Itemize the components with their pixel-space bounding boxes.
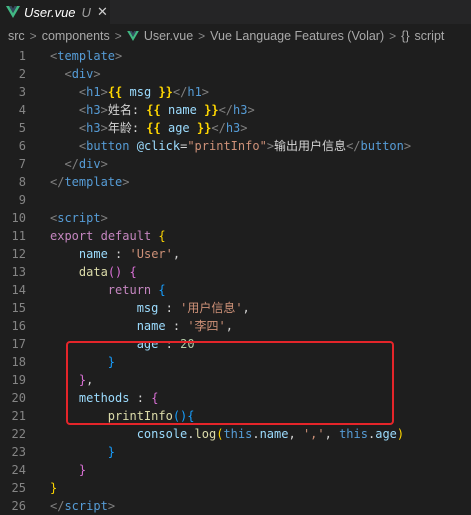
line-number: 25: [11, 481, 26, 495]
code-line: 3 <h1>{{ msg }}</h1>: [0, 83, 471, 101]
code-line: 13 data() {: [0, 263, 471, 281]
line-number: 11: [11, 229, 26, 243]
line-number: 17: [11, 337, 26, 351]
code-line: 6 <button @click="printInfo">输出用户信息</but…: [0, 137, 471, 155]
code-line: 24 }: [0, 461, 471, 479]
code-line: 8 </template>: [0, 173, 471, 191]
breadcrumb: src > components > User.vue > Vue Langua…: [0, 25, 471, 47]
code-line: 9: [0, 191, 471, 209]
line-number: 16: [11, 319, 26, 333]
chevron-right-icon: >: [29, 29, 37, 43]
code-line: 15 msg : '用户信息',: [0, 299, 471, 317]
line-number: 2: [18, 67, 26, 81]
line-number: 22: [11, 427, 26, 441]
line-number: 10: [11, 211, 26, 225]
code-line: 23 }: [0, 443, 471, 461]
tab-filename: User.vue: [24, 4, 76, 20]
code-line: 11 export default {: [0, 227, 471, 245]
vue-icon: [6, 6, 20, 18]
line-number: 20: [11, 391, 26, 405]
code-line: 22 console.log(this.name, ',', this.age): [0, 425, 471, 443]
line-number: 19: [11, 373, 26, 387]
line-number: 15: [11, 301, 26, 315]
line-number: 14: [11, 283, 26, 297]
chevron-right-icon: >: [198, 29, 206, 43]
code-line: 5 <h3>年龄: {{ age }}</h3>: [0, 119, 471, 137]
vue-icon: [126, 31, 139, 41]
line-number: 3: [18, 85, 26, 99]
code-line: 26 </script>: [0, 497, 471, 515]
line-number: 5: [18, 121, 26, 135]
close-icon[interactable]: ✕: [97, 4, 108, 20]
code-line: 17 age : 20: [0, 335, 471, 353]
code-line: 20 methods : {: [0, 389, 471, 407]
breadcrumb-components[interactable]: components: [42, 29, 110, 43]
code-line: 2 <div>: [0, 65, 471, 83]
code-line: 10 <script>: [0, 209, 471, 227]
breadcrumb-script[interactable]: script: [415, 29, 445, 43]
code-line: 16 name : '李四',: [0, 317, 471, 335]
chevron-right-icon: >: [114, 29, 122, 43]
code-editor[interactable]: 1 <template> 2 <div> 3 <h1>{{ msg }}</h1…: [0, 47, 471, 515]
line-number: 24: [11, 463, 26, 477]
line-number: 18: [11, 355, 26, 369]
code-line: 19 },: [0, 371, 471, 389]
code-line: 18 }: [0, 353, 471, 371]
line-number: 8: [18, 175, 26, 189]
line-number: 6: [18, 139, 26, 153]
line-number: 26: [11, 499, 26, 513]
code-line: 14 return {: [0, 281, 471, 299]
code-line: 7 </div>: [0, 155, 471, 173]
breadcrumb-src[interactable]: src: [8, 29, 25, 43]
tab-modified-marker: U: [81, 4, 91, 20]
chevron-right-icon: >: [389, 29, 397, 43]
breadcrumb-file[interactable]: User.vue: [144, 29, 193, 43]
code-line: 21 printInfo(){: [0, 407, 471, 425]
code-line: 12 name : 'User',: [0, 245, 471, 263]
line-number: 23: [11, 445, 26, 459]
line-number: 7: [18, 157, 26, 171]
line-number: 9: [18, 193, 26, 207]
tab-user-vue[interactable]: User.vue U ✕: [0, 0, 110, 24]
line-number: 21: [11, 409, 26, 423]
tab-bar: User.vue U ✕: [0, 0, 471, 25]
line-number: 13: [11, 265, 26, 279]
line-number: 4: [18, 103, 26, 117]
braces-icon: {}: [401, 29, 410, 43]
breadcrumb-language-features[interactable]: Vue Language Features (Volar): [210, 29, 384, 43]
code-line: 1 <template>: [0, 47, 471, 65]
code-line: 4 <h3>姓名: {{ name }}</h3>: [0, 101, 471, 119]
code-line: 25 }: [0, 479, 471, 497]
line-number: 12: [11, 247, 26, 261]
line-number: 1: [18, 49, 26, 63]
